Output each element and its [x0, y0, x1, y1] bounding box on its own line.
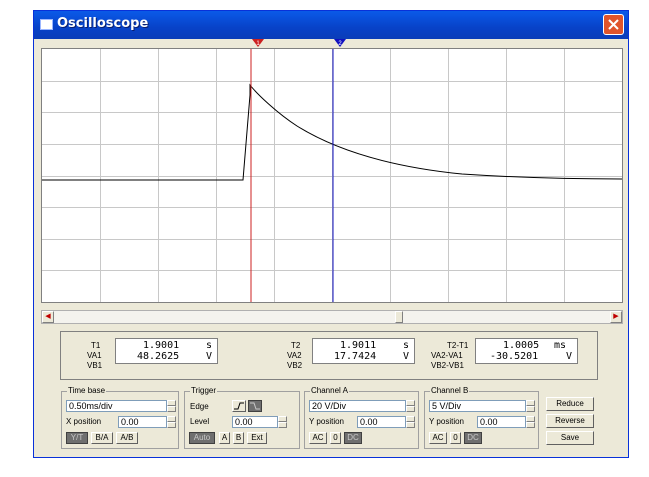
scope-screen [42, 49, 623, 302]
dt-unit: ms [554, 340, 567, 351]
trigger-group: Trigger Edge Level 0.00 Auto A B Ext [184, 386, 300, 449]
close-icon [608, 19, 619, 30]
dt-value: 1.0005 [503, 340, 540, 351]
falling-edge-icon [250, 402, 260, 410]
channel-a-group: Channel A 20 V/Div Y position 0.00 AC 0 … [304, 386, 419, 449]
scope-display [41, 48, 623, 303]
window-title: Oscilloscope [57, 16, 149, 31]
channel-a-dc-button[interactable]: DC [344, 432, 362, 444]
timebase-group: Time base 0.50ms/div X position 0.00 Y/T… [61, 386, 179, 449]
channel-b-group: Channel B 5 V/Div Y position 0.00 AC 0 D… [424, 386, 539, 449]
save-button[interactable]: Save [546, 431, 594, 445]
level-spinner[interactable] [278, 416, 287, 428]
mode-yt-button[interactable]: Y/T [66, 432, 88, 444]
channel-a-ac-button[interactable]: AC [309, 432, 327, 444]
channel-a-scale-spinner[interactable] [406, 400, 415, 412]
channel-b-zero-button[interactable]: 0 [450, 432, 461, 444]
va1-label: VA1 [87, 351, 102, 360]
timebase-spinner[interactable] [167, 400, 176, 412]
reduce-button[interactable]: Reduce [546, 397, 594, 411]
va2-label: VA2 [287, 351, 302, 360]
mode-ab-button[interactable]: A/B [116, 432, 138, 444]
level-field[interactable]: 0.00 [232, 416, 278, 428]
channel-a-scale-field[interactable]: 20 V/Div [309, 400, 406, 412]
x-position-field[interactable]: 0.00 [118, 416, 167, 428]
close-button[interactable] [603, 14, 624, 35]
va2-value: 17.7424 [334, 351, 377, 362]
channel-b-ypos-label: Y position [429, 417, 464, 426]
t2-value: 1.9011 [340, 340, 377, 351]
trigger-b-button[interactable]: B [233, 432, 244, 444]
x-position-label: X position [66, 417, 102, 426]
t2-unit: s [403, 340, 410, 351]
vb2-label: VB2 [287, 361, 303, 370]
t2-readout: 1.9011 s 17.7424 V [312, 338, 415, 364]
channel-a-label: Channel A [310, 386, 349, 396]
va2-unit: V [403, 351, 410, 362]
grid-lines [42, 49, 622, 302]
title-bar[interactable]: Oscilloscope [34, 11, 628, 39]
channel-b-scale-field[interactable]: 5 V/Div [429, 400, 526, 412]
channel-a-ypos-field[interactable]: 0.00 [357, 416, 406, 428]
window-icon [40, 19, 53, 30]
scroll-thumb[interactable] [395, 311, 403, 323]
dva-value: -30.5201 [490, 351, 539, 362]
horizontal-scrollbar[interactable]: ◀ ▶ [41, 310, 623, 324]
timebase-label: Time base [67, 386, 107, 396]
channel-a-ypos-label: Y position [309, 417, 344, 426]
scroll-left-button[interactable]: ◀ [42, 311, 54, 323]
channel-b-ypos-field[interactable]: 0.00 [477, 416, 526, 428]
mode-ba-button[interactable]: B/A [91, 432, 113, 444]
va1-unit: V [206, 351, 213, 362]
channel-a-ypos-spinner[interactable] [406, 416, 415, 428]
dvb-label: VB2-VB1 [431, 361, 464, 370]
dva-unit: V [566, 351, 573, 362]
trigger-ext-button[interactable]: Ext [247, 432, 267, 444]
level-label: Level [190, 417, 210, 426]
dva-label: VA2-VA1 [431, 351, 463, 360]
edge-label: Edge [190, 402, 209, 411]
rising-edge-button[interactable] [232, 400, 246, 412]
rising-edge-icon [234, 402, 244, 410]
falling-edge-button[interactable] [248, 400, 262, 412]
t1-readout: 1.9001 s 48.2625 V [115, 338, 218, 364]
delta-readout: 1.0005 ms -30.5201 V [475, 338, 578, 364]
trigger-a-button[interactable]: A [219, 432, 230, 444]
cursor-handle-bar: 1 2 [252, 39, 346, 47]
trigger-auto-button[interactable]: Auto [189, 432, 215, 444]
t1-unit: s [206, 340, 213, 351]
x-position-spinner[interactable] [167, 416, 176, 428]
channel-b-label: Channel B [430, 386, 470, 396]
timebase-scale-field[interactable]: 0.50ms/div [66, 400, 167, 412]
trigger-label: Trigger [190, 386, 218, 396]
va1-value: 48.2625 [137, 351, 180, 362]
vb1-label: VB1 [87, 361, 103, 370]
cursor-2-handle[interactable]: 2 [334, 39, 346, 47]
t2-label: T2 [291, 341, 301, 350]
dt-label: T2-T1 [447, 341, 469, 350]
channel-b-scale-spinner[interactable] [526, 400, 535, 412]
t1-label: T1 [91, 341, 101, 350]
t1-value: 1.9001 [143, 340, 180, 351]
reverse-button[interactable]: Reverse [546, 414, 594, 428]
channel-b-ypos-spinner[interactable] [526, 416, 535, 428]
channel-b-dc-button[interactable]: DC [464, 432, 482, 444]
cursor-1-handle[interactable]: 1 [252, 39, 264, 47]
channel-b-ac-button[interactable]: AC [429, 432, 447, 444]
oscilloscope-window: Oscilloscope 1 2 ◀ ▶ T1 VA1 VB1 1.9001 s… [33, 10, 629, 458]
measurement-panel: T1 VA1 VB1 1.9001 s 48.2625 V T2 VA2 VB2… [60, 331, 598, 380]
scroll-right-button[interactable]: ▶ [610, 311, 622, 323]
channel-a-zero-button[interactable]: 0 [330, 432, 341, 444]
